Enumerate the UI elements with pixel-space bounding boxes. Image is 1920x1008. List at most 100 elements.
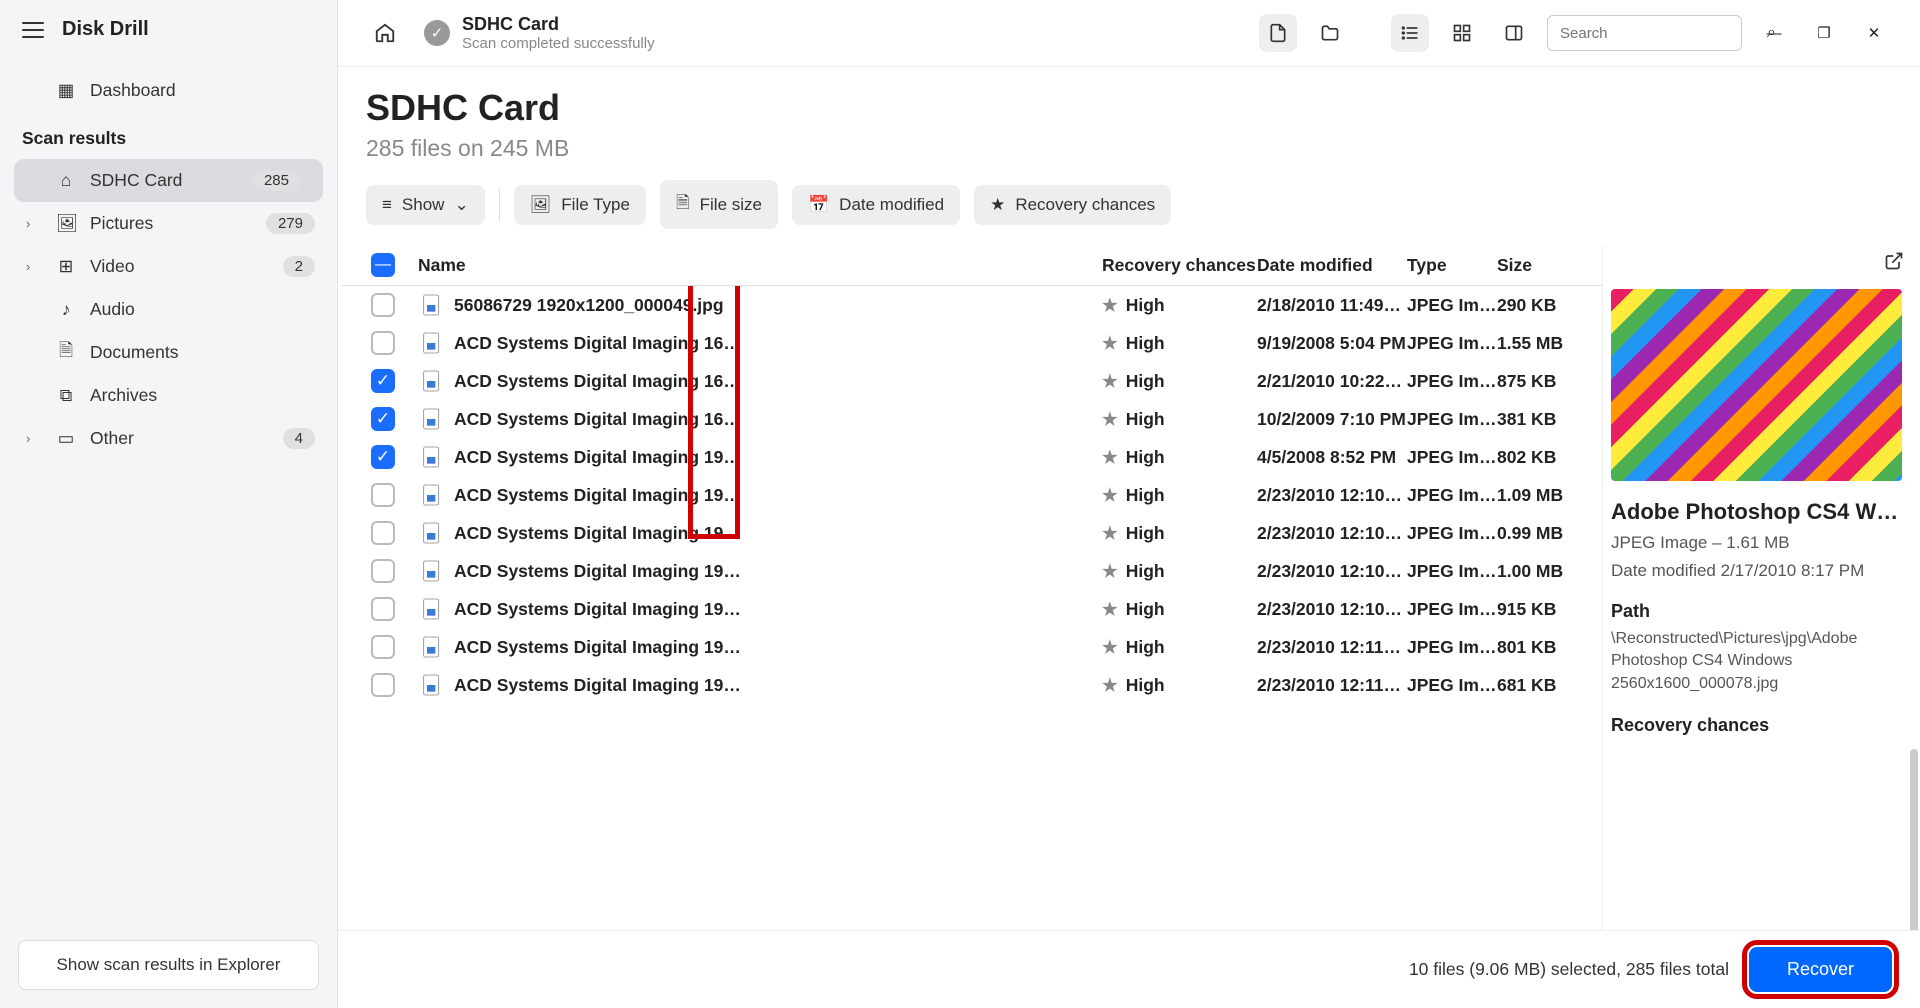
other-icon: ▭: [56, 428, 76, 449]
minimize-button[interactable]: —: [1756, 15, 1792, 51]
sidebar-item-pictures[interactable]: ›🖼Pictures279: [0, 202, 337, 245]
row-checkbox[interactable]: [371, 559, 395, 583]
row-checkbox[interactable]: [371, 331, 395, 355]
star-icon: ★: [1102, 447, 1118, 467]
grid-icon: ▦: [56, 80, 76, 101]
scrollbar[interactable]: [1910, 749, 1918, 930]
file-size: 915 KB: [1497, 599, 1592, 620]
preview-title: Adobe Photoshop CS4 W…: [1611, 499, 1902, 525]
external-link-icon[interactable]: [1884, 251, 1904, 271]
recover-button[interactable]: Recover: [1749, 947, 1892, 992]
column-date[interactable]: Date modified: [1257, 255, 1407, 276]
nav-label: Dashboard: [90, 80, 176, 101]
star-icon: ★: [1102, 523, 1118, 543]
footer: 10 files (9.06 MB) selected, 285 files t…: [338, 930, 1920, 1008]
star-icon: ★: [1102, 485, 1118, 505]
file-type: JPEG Im…: [1407, 599, 1497, 620]
date-modified: 2/23/2010 12:10…: [1257, 599, 1407, 620]
folder-icon[interactable]: [1311, 14, 1349, 52]
chevron-right-icon: ›: [26, 216, 30, 231]
search-input[interactable]: [1560, 25, 1759, 42]
sidebar-item-audio[interactable]: ♪Audio: [0, 288, 337, 331]
table-row[interactable]: ACD Systems Digital Imaging 19…★High2/23…: [342, 552, 1602, 590]
date-modified: 2/23/2010 12:10…: [1257, 523, 1407, 544]
file-name: ACD Systems Digital Imaging 19…: [450, 637, 1102, 658]
status-subtitle: Scan completed successfully: [462, 35, 655, 52]
app-title: Disk Drill: [62, 18, 149, 41]
table-row[interactable]: ACD Systems Digital Imaging 19…★High2/23…: [342, 590, 1602, 628]
sidebar-item-label: Archives: [90, 385, 157, 406]
file-size: 381 KB: [1497, 409, 1592, 430]
show-filter-button[interactable]: ≡ Show ⌄: [366, 185, 485, 225]
row-checkbox[interactable]: [371, 293, 395, 317]
list-view-icon[interactable]: [1391, 14, 1429, 52]
table-row[interactable]: ✓ACD Systems Digital Imaging 16…★High2/2…: [342, 362, 1602, 400]
star-icon: ★: [1102, 409, 1118, 429]
calendar-icon: 📅: [808, 195, 829, 215]
home-icon[interactable]: [366, 14, 404, 52]
select-all-checkbox[interactable]: —: [371, 253, 395, 277]
sidebar-item-sdhc-card[interactable]: ⌂SDHC Card285: [14, 159, 323, 202]
grid-view-icon[interactable]: [1443, 14, 1481, 52]
panel-view-icon[interactable]: [1495, 14, 1533, 52]
sidebar-item-other[interactable]: ›▭Other4: [0, 417, 337, 460]
table-row[interactable]: ✓ACD Systems Digital Imaging 19…★High4/5…: [342, 438, 1602, 476]
row-checkbox[interactable]: [371, 635, 395, 659]
star-icon: ★: [1102, 561, 1118, 581]
sidebar-item-count: 279: [266, 213, 315, 234]
row-checkbox[interactable]: [371, 521, 395, 545]
file-type: JPEG Im…: [1407, 447, 1497, 468]
search-box[interactable]: ⌕: [1547, 15, 1742, 51]
sidebar-item-video[interactable]: ›⊞Video2: [0, 245, 337, 288]
table-row[interactable]: ✓ACD Systems Digital Imaging 16…★High10/…: [342, 400, 1602, 438]
sidebar-item-archives[interactable]: ⧉Archives: [0, 374, 337, 417]
file-size: 1.55 MB: [1497, 333, 1592, 354]
preview-recovery-label: Recovery chances: [1611, 715, 1902, 736]
file-size-filter-button[interactable]: 🗎File size: [660, 180, 778, 229]
recovery-chance: ★High: [1102, 371, 1257, 392]
file-icon[interactable]: [1259, 14, 1297, 52]
row-checkbox[interactable]: [371, 483, 395, 507]
table-row[interactable]: ACD Systems Digital Imaging 19…★High2/23…: [342, 514, 1602, 552]
column-type[interactable]: Type: [1407, 255, 1497, 276]
nav-dashboard[interactable]: ▦ Dashboard: [0, 69, 337, 112]
column-name[interactable]: Name: [414, 255, 1102, 276]
file-type: JPEG Im…: [1407, 637, 1497, 658]
row-checkbox-cell: [352, 293, 414, 317]
row-checkbox-cell: [352, 597, 414, 621]
table-row[interactable]: ACD Systems Digital Imaging 16…★High9/19…: [342, 324, 1602, 362]
table-row[interactable]: ACD Systems Digital Imaging 19…★High2/23…: [342, 476, 1602, 514]
image-icon: 🖼: [530, 195, 552, 215]
row-checkbox[interactable]: ✓: [371, 445, 395, 469]
column-recovery[interactable]: Recovery chances: [1102, 255, 1257, 276]
drive-icon: ⌂: [56, 170, 76, 191]
recovery-chance: ★High: [1102, 675, 1257, 696]
maximize-button[interactable]: ❐: [1806, 15, 1842, 51]
file-type-filter-button[interactable]: 🖼File Type: [514, 185, 646, 225]
show-in-explorer-button[interactable]: Show scan results in Explorer: [18, 940, 319, 990]
table-row[interactable]: 56086729 1920x1200_000049.jpg★High2/18/2…: [342, 286, 1602, 324]
table-row[interactable]: ACD Systems Digital Imaging 19…★High2/23…: [342, 628, 1602, 666]
row-checkbox[interactable]: [371, 597, 395, 621]
menu-icon[interactable]: [22, 22, 44, 38]
close-button[interactable]: ✕: [1856, 15, 1892, 51]
file-type-icon: [414, 293, 450, 317]
file-name: ACD Systems Digital Imaging 16…: [450, 371, 1102, 392]
sidebar-item-label: Video: [90, 256, 134, 277]
recovery-filter-button[interactable]: ★Recovery chances: [974, 185, 1171, 225]
table-row[interactable]: ACD Systems Digital Imaging 19…★High2/23…: [342, 666, 1602, 704]
row-checkbox[interactable]: ✓: [371, 369, 395, 393]
header-checkbox-cell: —: [352, 253, 414, 277]
column-size[interactable]: Size: [1497, 255, 1592, 276]
row-checkbox[interactable]: [371, 673, 395, 697]
recovery-chance: ★High: [1102, 599, 1257, 620]
sidebar-item-documents[interactable]: 🗎Documents: [0, 331, 337, 374]
file-type: JPEG Im…: [1407, 523, 1497, 544]
file-type: JPEG Im…: [1407, 409, 1497, 430]
sidebar-item-label: SDHC Card: [90, 170, 182, 191]
date-filter-button[interactable]: 📅Date modified: [792, 185, 960, 225]
picture-icon: 🖼: [56, 213, 76, 234]
row-checkbox[interactable]: ✓: [371, 407, 395, 431]
file-size: 681 KB: [1497, 675, 1592, 696]
date-modified: 2/18/2010 11:49…: [1257, 295, 1407, 316]
